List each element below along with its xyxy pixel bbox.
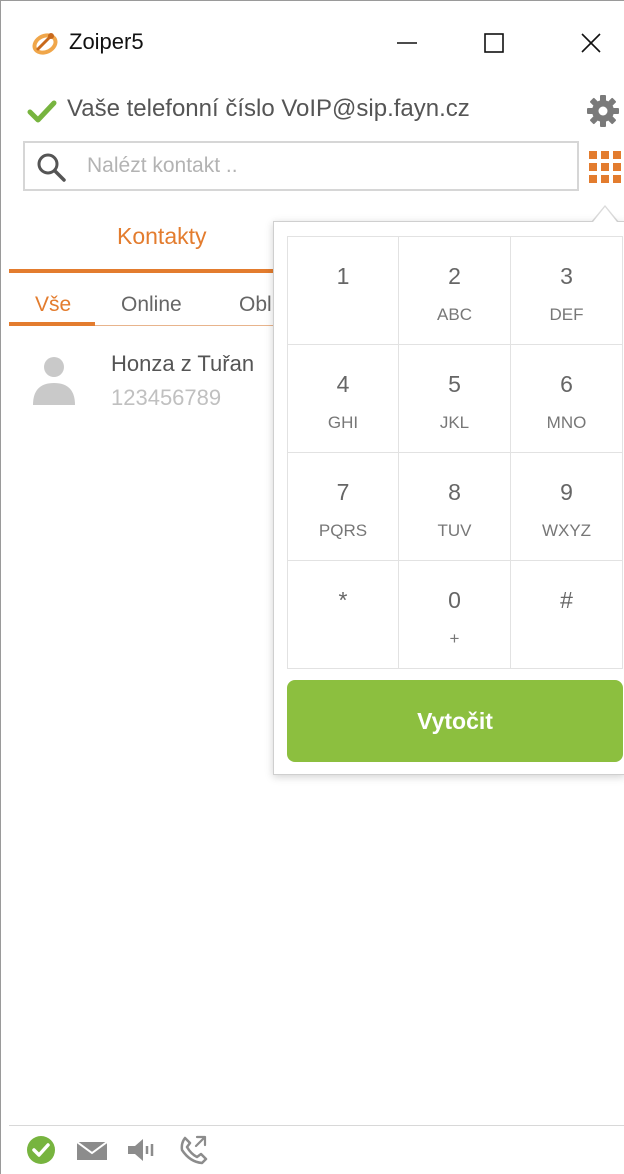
key-digit: 2 <box>448 263 461 289</box>
zoiper-logo-icon <box>32 33 58 55</box>
key-2[interactable]: 2 ABC <box>399 237 511 345</box>
key-letters: MNO <box>546 413 587 432</box>
subtab-all[interactable]: Vše <box>35 293 71 317</box>
minimize-button[interactable] <box>377 15 437 71</box>
key-8[interactable]: 8 TUV <box>399 453 511 561</box>
search-icon <box>37 153 66 182</box>
title-bar: Zoiper5 <box>1 1 624 85</box>
key-letters: JKL <box>439 413 470 432</box>
subtab-online[interactable]: Online <box>121 293 182 317</box>
account-status-text: Vaše telefonní číslo VoIP@sip.fayn.cz <box>67 95 470 122</box>
key-digit: 5 <box>448 371 461 397</box>
status-bar <box>1 1126 624 1174</box>
maximize-button[interactable] <box>464 15 524 71</box>
app-title: Zoiper5 <box>69 29 144 54</box>
key-6[interactable]: 6 MNO <box>511 345 623 453</box>
key-digit: 3 <box>560 263 573 289</box>
key-digit: 4 <box>336 371 350 397</box>
key-digit: 8 <box>448 479 461 505</box>
search-input[interactable] <box>87 143 567 189</box>
key-letters: WXYZ <box>541 521 592 540</box>
key-hash[interactable]: # <box>511 561 623 669</box>
key-1[interactable]: 1 <box>288 237 399 345</box>
key-3[interactable]: 3 DEF <box>511 237 623 345</box>
contact-search[interactable] <box>23 141 579 191</box>
dialpad-popup: 1 2 ABC 3 DEF 4 GHI 5 JKL 6 MNO 7 PQRS 8 TUV 9 W… <box>273 221 624 775</box>
maximize-icon <box>484 33 504 53</box>
gear-icon[interactable] <box>585 93 621 129</box>
key-digit: 7 <box>336 479 350 505</box>
keypad: 1 2 ABC 3 DEF 4 GHI 5 JKL 6 MNO 7 PQRS 8 TUV 9 W… <box>287 236 623 669</box>
dialpad-popup-arrow-fill <box>593 207 617 222</box>
contact-name: Honza z Tuřan <box>111 351 255 376</box>
key-digit: 9 <box>560 479 573 505</box>
subtab-favorites[interactable]: Obl <box>239 293 272 317</box>
key-digit: 6 <box>560 371 573 397</box>
tab-contacts[interactable]: Kontakty <box>117 223 207 250</box>
key-letters: DEF <box>549 305 584 324</box>
key-7[interactable]: 7 PQRS <box>288 453 399 561</box>
minimize-icon <box>397 42 417 44</box>
key-digit: # <box>560 587 573 613</box>
key-letters: PQRS <box>318 521 368 540</box>
key-5[interactable]: 5 JKL <box>399 345 511 453</box>
key-9[interactable]: 9 WXYZ <box>511 453 623 561</box>
key-star[interactable]: * <box>288 561 399 669</box>
message-icon[interactable] <box>75 1134 109 1166</box>
close-icon <box>581 33 601 53</box>
key-4[interactable]: 4 GHI <box>288 345 399 453</box>
person-icon <box>33 357 75 405</box>
contact-number: 123456789 <box>111 385 222 410</box>
zoiper-window: Zoiper5 Vaše telefonní číslo VoIP@sip.fa… <box>0 0 624 1174</box>
key-letters: ABC <box>437 305 472 324</box>
volume-icon[interactable] <box>125 1134 159 1166</box>
key-digit: 1 <box>336 263 350 289</box>
close-button[interactable] <box>561 15 621 71</box>
check-icon <box>27 100 57 123</box>
key-0[interactable]: 0 + <box>399 561 511 669</box>
dialpad-grid-icon[interactable] <box>587 149 623 185</box>
subtab-all-underline <box>9 322 95 326</box>
key-letters: + <box>449 629 460 648</box>
dial-button[interactable]: Vytočit <box>287 680 623 762</box>
status-ok-icon[interactable] <box>25 1134 57 1166</box>
key-letters: TUV <box>437 521 472 540</box>
key-letters: GHI <box>327 413 359 432</box>
call-history-icon[interactable] <box>177 1134 211 1166</box>
account-status: Vaše telefonní číslo VoIP@sip.fayn.cz <box>1 85 624 135</box>
key-digit: 0 <box>448 587 461 613</box>
key-digit: * <box>338 587 348 613</box>
